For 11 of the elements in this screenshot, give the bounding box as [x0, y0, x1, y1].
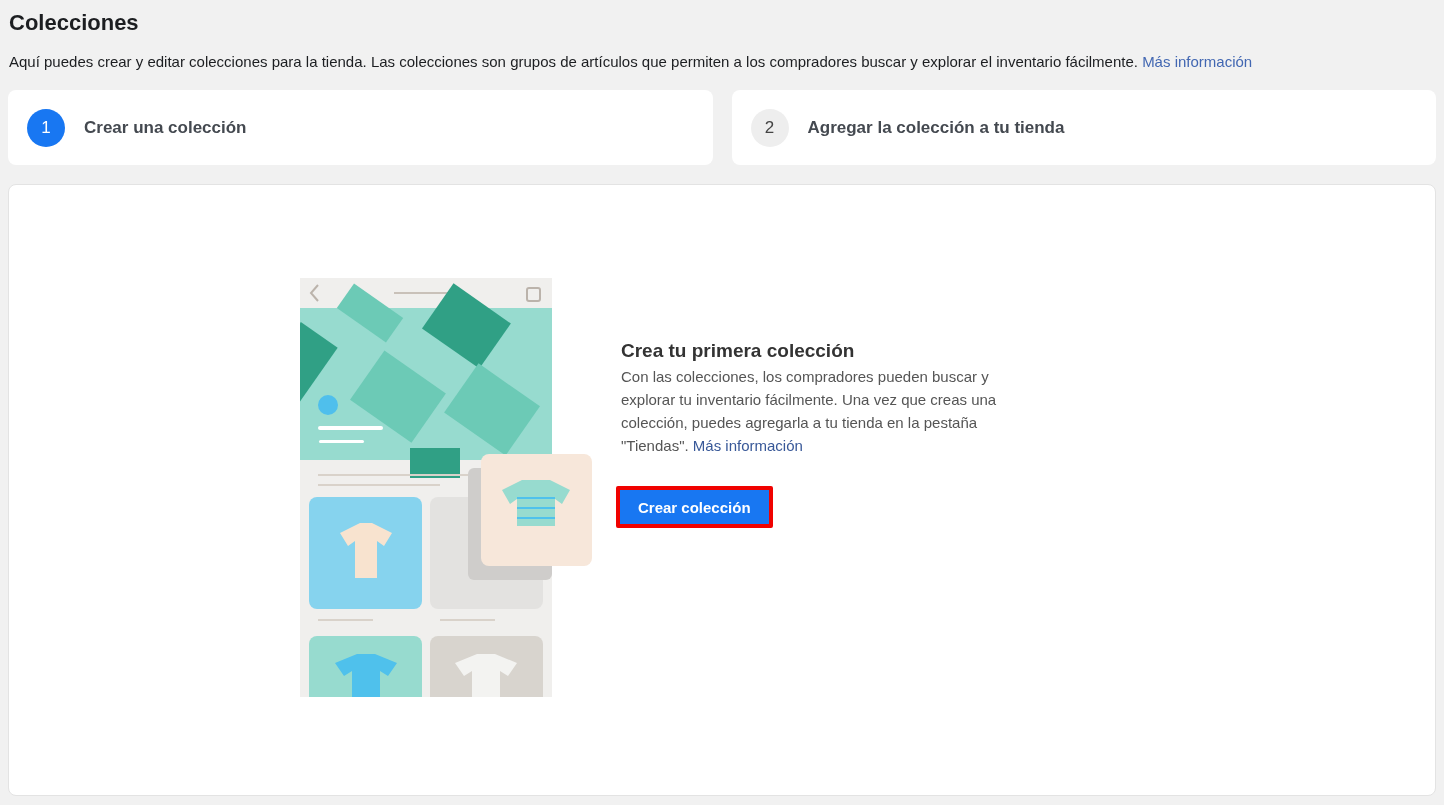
more-info-link[interactable]: Más información [1142, 53, 1253, 70]
step-label: Crear una colección [84, 117, 247, 138]
step-label: Agregar la colección a tu tienda [807, 117, 1065, 138]
empty-state-text: Con las colecciones, los compradores pueden buscar y explorar tu inventario fácilmente. Una vez que creas una colección, puedes agregarla a tu tienda en la pestaña "Tiendas". Más información [621, 367, 998, 456]
step-number: 1 [27, 108, 65, 147]
page-title: Colecciones [9, 10, 140, 36]
empty-state-title: Crea tu primera colección [621, 340, 856, 362]
step-number: 2 [750, 108, 789, 147]
more-info-link[interactable]: Más información [692, 437, 803, 454]
page-description: Aquí puedes crear y editar colecciones para la tienda. Las colecciones son grupos de artículos que permiten a los compradores buscar y explorar el inventario fácilmente. Más información [9, 53, 1254, 70]
create-collection-button[interactable]: Crear colección [620, 490, 769, 524]
